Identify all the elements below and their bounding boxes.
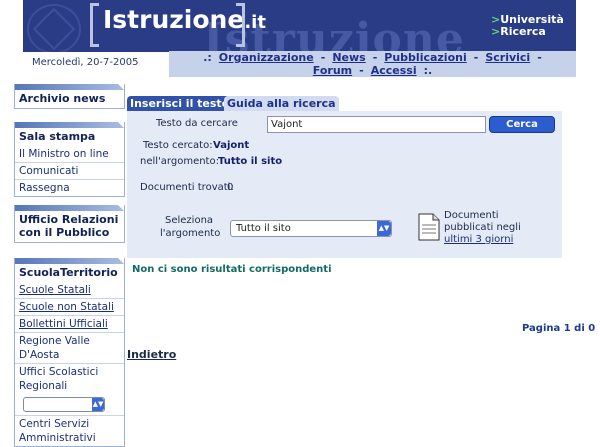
sidebar-item-rassegna[interactable]: Rassegna [15,179,124,196]
recent-link[interactable]: ultimi 3 giorni [444,234,521,246]
urp-box[interactable]: Ufficio Relazioni con il Pubblico [14,205,125,243]
recent-documents: Documenti pubblicati negli ultimi 3 gior… [444,210,521,246]
sidebar-item-comunicati[interactable]: Comunicati [15,162,124,179]
search-label: Testo da cercare [156,118,238,129]
box-cap [15,122,124,128]
box-cap [15,258,124,264]
scuola-territorio-title: ScuolaTerritorio [19,266,118,279]
box-cap [15,205,124,211]
back-link[interactable]: Indietro [127,348,176,361]
nav-sep: - [473,51,479,64]
found-label: Documenti trovati: [140,182,234,193]
sidebar-item-ministro[interactable]: Il Ministro on line [15,146,124,162]
ricerca-label: Ricerca [500,25,546,38]
nav-lead: .: [203,51,212,64]
select-topic-label-1: Seleziona [165,215,214,226]
select-arrows-icon: ▲▼ [377,221,391,236]
tab-inserisci-testo[interactable]: Inserisci il testo [127,96,233,111]
topic-select[interactable]: Tutto il sito ▲▼ [230,220,392,237]
topic-label: nell'argomento: [140,156,219,167]
header-banner: Istruzione Istruzione.it >Università >Ri… [23,0,576,52]
top-navigation: .: Organizzazione - News - Pubblicazioni… [169,51,576,77]
recent-line-2: pubblicati negli [444,222,521,233]
sidebar-item-valle-daosta[interactable]: Regione Valle D'Aosta [15,332,124,363]
nav-news[interactable]: News [332,51,365,64]
nav-forum[interactable]: Forum [313,64,352,77]
sala-stampa-title: Sala stampa [19,130,96,143]
scuola-territorio-box: ScuolaTerritorio Scuole Statali Scuole n… [14,258,125,447]
urp-link[interactable]: Ufficio Relazioni con il Pubblico [15,211,124,242]
sidebar-item-scuole-statali[interactable]: Scuole Statali [15,282,124,298]
sidebar-item-bollettini[interactable]: Bollettini Ufficiali [15,315,124,332]
document-icon [418,213,440,241]
nav-sep: - [320,51,326,64]
select-topic-label-2: l'argomento [160,228,221,239]
archivio-news-link[interactable]: Archivio news [15,90,124,108]
nav-sep: - [537,51,542,64]
logo-suffix: .it [244,12,266,33]
search-button[interactable]: Cerca [489,116,555,133]
nav-trail: :. [423,64,433,77]
nav-sep: - [372,51,378,64]
no-results-message: Non ci sono risultati corrispondenti [132,264,332,275]
sidebar-item-uffici-scolastici[interactable]: Uffici Scolastici Regionali [15,363,124,394]
logo-text: Istruzione [103,5,245,34]
regione-select[interactable]: ▲▼ [23,397,105,412]
select-arrows-icon: ▲▼ [92,398,104,411]
nav-sep: - [359,64,364,77]
archivio-box[interactable]: Archivio news [14,84,125,109]
recent-line-1: Documenti [444,210,499,221]
sala-stampa-box: Sala stampa Il Ministro on line Comunica… [14,122,125,197]
found-value: 0 [227,182,234,193]
logo-bracket-right [236,3,245,47]
search-input[interactable]: Vajont [267,116,486,133]
arrow-icon: > [491,25,501,38]
tab-guida-ricerca[interactable]: Guida alla ricerca [224,96,339,111]
topic-value: Tutto il sito [218,156,283,167]
logo-bracket-left [90,3,99,47]
nav-organizzazione[interactable]: Organizzazione [219,51,314,64]
sidebar-item-scuole-non-statali[interactable]: Scuole non Statali [15,298,124,315]
sidebar-item-centri-servizi[interactable]: Centri Servizi Amministrativi [15,415,124,446]
nav-accessi[interactable]: Accessi [371,64,417,77]
searched-label: Testo cercato: [143,140,213,151]
nav-pubblicazioni[interactable]: Pubblicazioni [384,51,466,64]
pagination-info: Pagina 1 di 0 [522,323,596,334]
nav-scrivici[interactable]: Scrivici [485,51,530,64]
searched-value: Vajont [213,140,250,151]
box-cap [15,84,124,90]
ministry-label: >Università >Ricerca [491,14,564,38]
current-date: Mercoledì, 20-7-2005 [32,57,139,68]
topic-select-value: Tutto il sito [236,223,291,234]
